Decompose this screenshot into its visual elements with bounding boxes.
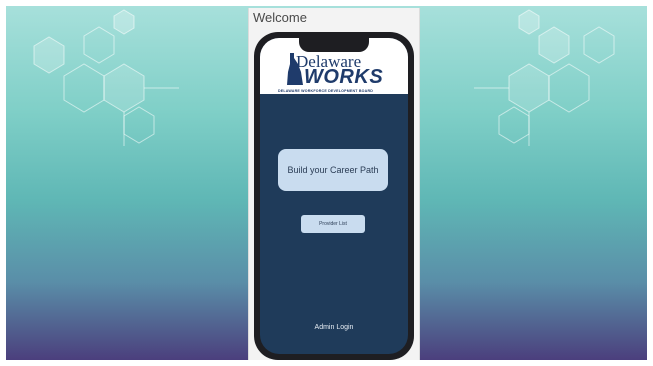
provider-list-button[interactable]: Provider List	[301, 215, 365, 233]
logo-word-works: WORKS	[304, 66, 384, 88]
app-preview-panel: Welcome Delaware WORKS DELAWARE WORKFORC…	[248, 8, 420, 360]
hexagon-decoration-left	[24, 6, 184, 166]
admin-login-link[interactable]: Admin Login	[260, 324, 408, 331]
phone-frame: Delaware WORKS DELAWARE WORKFORCE DEVELO…	[254, 32, 414, 360]
phone-screen: Delaware WORKS DELAWARE WORKFORCE DEVELO…	[260, 38, 408, 354]
phone-notch	[299, 38, 369, 52]
logo-subtitle: DELAWARE WORKFORCE DEVELOPMENT BOARD	[278, 89, 374, 93]
build-career-path-button[interactable]: Build your Career Path	[278, 149, 388, 191]
hexagon-decoration-right	[469, 6, 629, 166]
page-title: Welcome	[253, 10, 307, 25]
